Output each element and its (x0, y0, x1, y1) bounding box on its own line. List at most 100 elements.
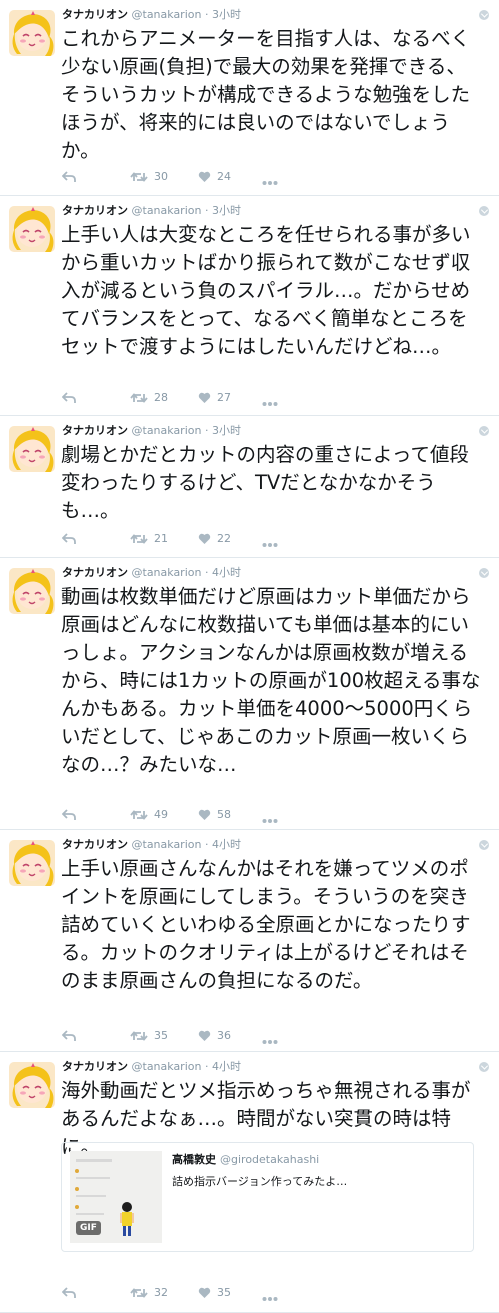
separator-dot: · (204, 8, 209, 21)
display-name[interactable]: タナカリオン (62, 838, 128, 851)
like-count: 22 (217, 532, 231, 545)
heart-icon (198, 391, 211, 404)
heart-icon (198, 808, 211, 821)
chevron-down-icon[interactable] (479, 840, 489, 850)
retweet-button[interactable]: 21 (130, 530, 168, 548)
like-count: 27 (217, 391, 231, 404)
quoted-display-name[interactable]: 高橋敦史 (172, 1153, 216, 1166)
separator-dot: · (204, 204, 209, 217)
like-button[interactable]: 27 (198, 389, 231, 407)
tweet[interactable]: タナカリオン @tanakarion · 3小时 上手い人は大変なところを任せら… (0, 196, 499, 416)
user-handle[interactable]: @tanakarion (132, 204, 202, 217)
user-handle[interactable]: @tanakarion (132, 424, 202, 437)
retweet-count: 32 (154, 1286, 168, 1299)
tweet[interactable]: タナカリオン @tanakarion · 3小时 これからアニメーターを目指す人… (0, 0, 499, 196)
like-button[interactable]: 35 (198, 1284, 231, 1302)
timestamp[interactable]: 3小时 (212, 424, 241, 437)
separator-dot: · (204, 424, 209, 437)
tweet-header: タナカリオン @tanakarion · 3小时 (62, 204, 241, 218)
chevron-down-icon[interactable] (479, 1062, 489, 1072)
timestamp[interactable]: 4小时 (212, 838, 241, 851)
retweet-count: 35 (154, 1029, 168, 1042)
retweet-icon (130, 1029, 148, 1042)
like-button[interactable]: 36 (198, 1027, 231, 1045)
user-handle[interactable]: @tanakarion (132, 1060, 202, 1073)
retweet-icon (130, 170, 148, 183)
tweet-header: タナカリオン @tanakarion · 3小时 (62, 8, 241, 22)
retweet-icon (130, 532, 148, 545)
display-name[interactable]: タナカリオン (62, 566, 128, 579)
tweet-header: タナカリオン @tanakarion · 4小时 (62, 838, 241, 852)
quoted-handle[interactable]: @girodetakahashi (220, 1153, 319, 1166)
gif-badge: GIF (76, 1221, 101, 1235)
chevron-down-icon[interactable] (479, 426, 489, 436)
more-button[interactable] (262, 812, 278, 830)
chevron-down-icon[interactable] (479, 10, 489, 20)
retweet-button[interactable]: 28 (130, 389, 168, 407)
avatar[interactable] (9, 1062, 55, 1108)
heart-icon (198, 532, 211, 545)
tweet-text: 上手い原画さんなんかはそれを嫌ってツメのポイントを原画にしてしまう。そういうのを… (61, 857, 471, 992)
reply-button[interactable] (61, 168, 76, 186)
reply-icon (61, 532, 76, 545)
timestamp[interactable]: 4小时 (212, 1060, 241, 1073)
tweet[interactable]: タナカリオン @tanakarion · 4小时 上手い原画さんなんかはそれを嫌… (0, 830, 499, 1052)
user-handle[interactable]: @tanakarion (132, 8, 202, 21)
display-name[interactable]: タナカリオン (62, 424, 128, 437)
retweet-button[interactable]: 32 (130, 1284, 168, 1302)
more-button[interactable] (262, 1033, 278, 1051)
avatar[interactable] (9, 426, 55, 472)
separator-dot: · (204, 1060, 209, 1073)
timestamp[interactable]: 4小时 (212, 566, 241, 579)
reply-icon (61, 1286, 76, 1299)
user-handle[interactable]: @tanakarion (132, 838, 202, 851)
retweet-icon (130, 808, 148, 821)
more-icon (262, 176, 278, 189)
avatar[interactable] (9, 568, 55, 614)
more-icon (262, 397, 278, 410)
quoted-tweet[interactable]: GIF 高橋敦史 @girodetakahashi 詰め指示バージョン作ってみたよ… (61, 1142, 474, 1252)
display-name[interactable]: タナカリオン (62, 1060, 128, 1073)
chevron-down-icon[interactable] (479, 568, 489, 578)
timestamp[interactable]: 3小时 (212, 8, 241, 21)
reply-button[interactable] (61, 1284, 76, 1302)
retweet-button[interactable]: 30 (130, 168, 168, 186)
heart-icon (198, 170, 211, 183)
reply-icon (61, 808, 76, 821)
reply-button[interactable] (61, 530, 76, 548)
more-button[interactable] (262, 536, 278, 554)
display-name[interactable]: タナカリオン (62, 8, 128, 21)
retweet-button[interactable]: 49 (130, 806, 168, 824)
more-icon (262, 538, 278, 551)
display-name[interactable]: タナカリオン (62, 204, 128, 217)
chevron-down-icon[interactable] (479, 206, 489, 216)
retweet-button[interactable]: 35 (130, 1027, 168, 1045)
avatar[interactable] (9, 10, 55, 56)
avatar[interactable] (9, 840, 55, 886)
reply-button[interactable] (61, 806, 76, 824)
like-button[interactable]: 22 (198, 530, 231, 548)
more-icon (262, 814, 278, 827)
more-button[interactable] (262, 395, 278, 413)
retweet-icon (130, 1286, 148, 1299)
reply-button[interactable] (61, 1027, 76, 1045)
retweet-count: 28 (154, 391, 168, 404)
tweet-header: タナカリオン @tanakarion · 4小时 (62, 1060, 241, 1074)
tweet[interactable]: タナカリオン @tanakarion · 4小时 動画は枚数単価だけど原画はカッ… (0, 558, 499, 830)
quoted-media[interactable]: GIF (70, 1151, 162, 1243)
more-button[interactable] (262, 1290, 278, 1308)
tweet[interactable]: タナカリオン @tanakarion · 3小时 劇場とかだとカットの内容の重さ… (0, 416, 499, 558)
retweet-icon (130, 391, 148, 404)
tweet[interactable]: タナカリオン @tanakarion · 4小时 海外動画だとツメ指示めっちゃ無… (0, 1052, 499, 1313)
like-button[interactable]: 58 (198, 806, 231, 824)
more-button[interactable] (262, 174, 278, 192)
tweet-text: 劇場とかだとカットの内容の重さによって値段変わったりするけど、TVだとなかなかそ… (61, 443, 469, 522)
tweet-text: 動画は枚数単価だけど原画はカット単価だから原画はどんなに枚数描いても単価は基本的… (61, 585, 481, 776)
reply-button[interactable] (61, 389, 76, 407)
more-icon (262, 1035, 278, 1048)
avatar[interactable] (9, 206, 55, 252)
user-handle[interactable]: @tanakarion (132, 566, 202, 579)
timestamp[interactable]: 3小时 (212, 204, 241, 217)
like-count: 36 (217, 1029, 231, 1042)
like-button[interactable]: 24 (198, 168, 231, 186)
